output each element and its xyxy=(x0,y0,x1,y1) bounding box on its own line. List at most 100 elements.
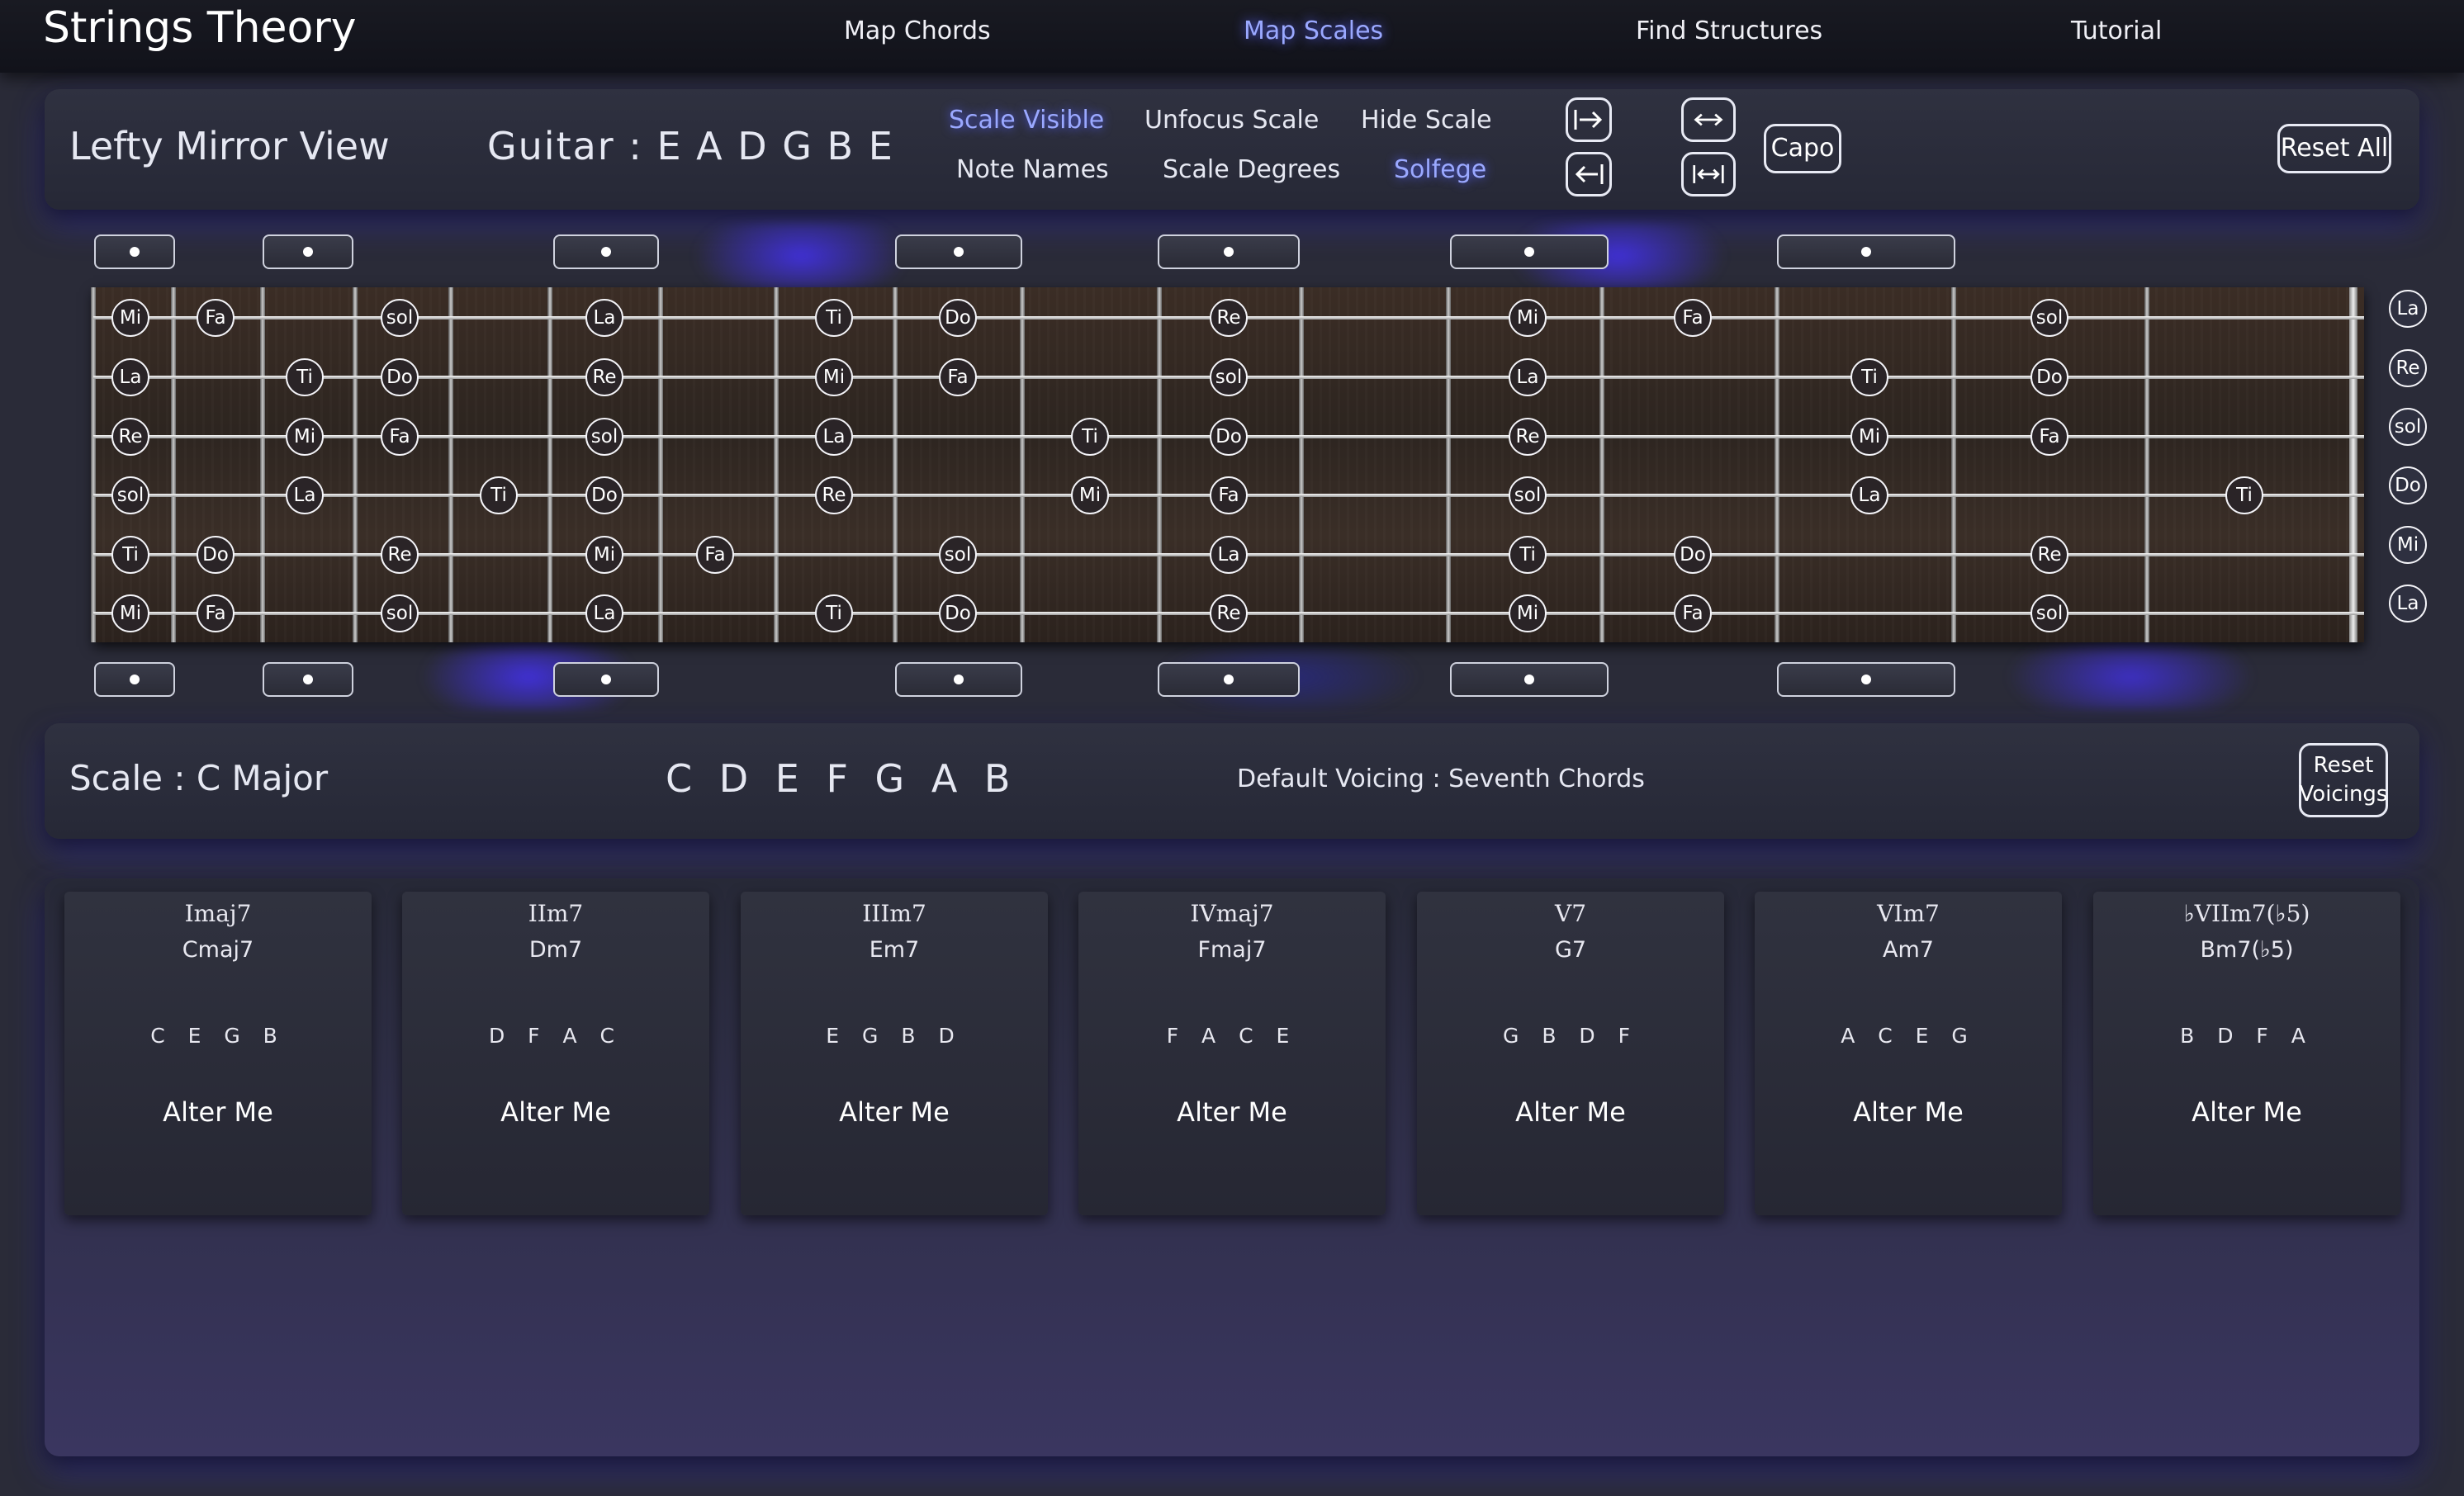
alter-me-button[interactable]: Alter Me xyxy=(1078,1096,1386,1128)
fret-note[interactable]: La xyxy=(1850,476,1888,514)
fretboard[interactable] xyxy=(91,287,2364,642)
fret-note[interactable]: Ti xyxy=(1509,536,1547,574)
alter-me-button[interactable]: Alter Me xyxy=(64,1096,372,1128)
reset-voicings-button[interactable]: Reset Voicings xyxy=(2299,743,2388,817)
unfocus-scale-option[interactable]: Unfocus Scale xyxy=(1144,106,1319,135)
open-string-button[interactable]: La xyxy=(2389,290,2427,328)
fret-note[interactable]: Do xyxy=(585,476,623,514)
fret-note[interactable]: La xyxy=(585,299,623,337)
shift-right-icon[interactable] xyxy=(1566,97,1612,142)
fret-note[interactable]: sol xyxy=(1210,358,1248,396)
fret-note[interactable]: Re xyxy=(2030,536,2068,574)
fret-note[interactable]: sol xyxy=(381,299,419,337)
shift-left-icon[interactable] xyxy=(1566,152,1612,196)
fret-note[interactable]: sol xyxy=(2030,594,2068,632)
default-voicing-label[interactable]: Default Voicing : Seventh Chords xyxy=(1237,765,1645,793)
fret-note[interactable]: Re xyxy=(111,418,149,456)
fret-note[interactable]: sol xyxy=(2030,299,2068,337)
fret-note[interactable]: La xyxy=(1509,358,1547,396)
nav-tutorial[interactable]: Tutorial xyxy=(2071,17,2162,45)
fret-note[interactable]: sol xyxy=(585,418,623,456)
expand-horizontal-icon[interactable] xyxy=(1681,97,1736,142)
fret-note[interactable]: Fa xyxy=(2030,418,2068,456)
fret-note[interactable]: Fa xyxy=(381,418,419,456)
fret-note[interactable]: Re xyxy=(815,476,853,514)
fret-note[interactable]: Fa xyxy=(197,299,235,337)
fret-note[interactable]: Re xyxy=(1509,418,1547,456)
fret-note[interactable]: Ti xyxy=(2225,476,2263,514)
fret-note[interactable]: Mi xyxy=(1509,594,1547,632)
fret-note[interactable]: Re xyxy=(1210,594,1248,632)
scale-degrees-option[interactable]: Scale Degrees xyxy=(1163,155,1340,184)
fret-note[interactable]: Ti xyxy=(815,594,853,632)
alter-me-button[interactable]: Alter Me xyxy=(1755,1096,2062,1128)
fret-note[interactable]: Mi xyxy=(1071,476,1109,514)
fret-note[interactable]: La xyxy=(815,418,853,456)
solfege-option[interactable]: Solfege xyxy=(1394,155,1486,184)
chord-card[interactable]: Imaj7 Cmaj7 C E G B Alter Me xyxy=(64,892,372,1215)
fret-note[interactable]: Do xyxy=(939,299,977,337)
lefty-mirror-view-toggle[interactable]: Lefty Mirror View xyxy=(69,124,390,168)
fret-note[interactable]: Fa xyxy=(939,358,977,396)
fret-note[interactable]: La xyxy=(585,594,623,632)
reset-all-button[interactable]: Reset All xyxy=(2277,124,2391,173)
fret-note[interactable]: Fa xyxy=(1674,299,1712,337)
fret-note[interactable]: Re xyxy=(381,536,419,574)
fret-note[interactable]: sol xyxy=(1509,476,1547,514)
open-string-button[interactable]: Re xyxy=(2389,349,2427,387)
fret-note[interactable]: La xyxy=(1210,536,1248,574)
note-names-option[interactable]: Note Names xyxy=(956,155,1109,184)
open-string-button[interactable]: sol xyxy=(2389,408,2427,446)
nav-find-structures[interactable]: Find Structures xyxy=(1636,17,1822,45)
scale-label[interactable]: Scale : C Major xyxy=(69,758,328,798)
fret-note[interactable]: sol xyxy=(111,476,149,514)
fret-note[interactable]: Mi xyxy=(286,418,324,456)
fret-note[interactable]: Mi xyxy=(815,358,853,396)
chord-card[interactable]: IVmaj7 Fmaj7 F A C E Alter Me xyxy=(1078,892,1386,1215)
fret-note[interactable]: Fa xyxy=(1210,476,1248,514)
chord-card[interactable]: V7 G7 G B D F Alter Me xyxy=(1417,892,1724,1215)
fret-note[interactable]: Fa xyxy=(197,594,235,632)
chord-card[interactable]: ♭VIIm7(♭5) Bm7(♭5) B D F A Alter Me xyxy=(2093,892,2400,1215)
fret-note[interactable]: Do xyxy=(1674,536,1712,574)
open-string-button[interactable]: La xyxy=(2389,585,2427,623)
fit-width-icon[interactable] xyxy=(1681,152,1736,196)
fret-note[interactable]: Ti xyxy=(480,476,518,514)
fret-note[interactable]: Do xyxy=(939,594,977,632)
fret-note[interactable]: Do xyxy=(197,536,235,574)
fret-note[interactable]: Do xyxy=(2030,358,2068,396)
chord-card[interactable]: IIm7 Dm7 D F A C Alter Me xyxy=(402,892,709,1215)
hide-scale-option[interactable]: Hide Scale xyxy=(1361,106,1492,135)
nav-map-chords[interactable]: Map Chords xyxy=(844,17,991,45)
chord-card[interactable]: IIIm7 Em7 E G B D Alter Me xyxy=(741,892,1048,1215)
fret-note[interactable]: Mi xyxy=(1850,418,1888,456)
fret-note[interactable]: Re xyxy=(1210,299,1248,337)
scale-visible-option[interactable]: Scale Visible xyxy=(949,106,1104,135)
fret-note[interactable]: Ti xyxy=(815,299,853,337)
alter-me-button[interactable]: Alter Me xyxy=(402,1096,709,1128)
fret-note[interactable]: Fa xyxy=(1674,594,1712,632)
fret-note[interactable]: Mi xyxy=(1509,299,1547,337)
fret-note[interactable]: Mi xyxy=(111,299,149,337)
chord-card[interactable]: VIm7 Am7 A C E G Alter Me xyxy=(1755,892,2062,1215)
fret-note[interactable]: Re xyxy=(585,358,623,396)
tuning-label[interactable]: Guitar : E A D G B E xyxy=(487,124,894,168)
fret-note[interactable]: Ti xyxy=(1850,358,1888,396)
nav-map-scales[interactable]: Map Scales xyxy=(1244,17,1383,45)
fret-note[interactable]: Ti xyxy=(111,536,149,574)
fret-note[interactable]: Ti xyxy=(286,358,324,396)
fret-note[interactable]: Do xyxy=(381,358,419,396)
open-string-button[interactable]: Do xyxy=(2389,466,2427,504)
fret-note[interactable]: Do xyxy=(1210,418,1248,456)
alter-me-button[interactable]: Alter Me xyxy=(2093,1096,2400,1128)
fret-note[interactable]: La xyxy=(286,476,324,514)
alter-me-button[interactable]: Alter Me xyxy=(1417,1096,1724,1128)
fret-note[interactable]: sol xyxy=(939,536,977,574)
fret-note[interactable]: sol xyxy=(381,594,419,632)
open-string-button[interactable]: Mi xyxy=(2389,526,2427,564)
fret-note[interactable]: Ti xyxy=(1071,418,1109,456)
fret-note[interactable]: La xyxy=(111,358,149,396)
fret-note[interactable]: Mi xyxy=(585,536,623,574)
capo-button[interactable]: Capo xyxy=(1764,124,1841,173)
fret-note[interactable]: Fa xyxy=(696,536,734,574)
